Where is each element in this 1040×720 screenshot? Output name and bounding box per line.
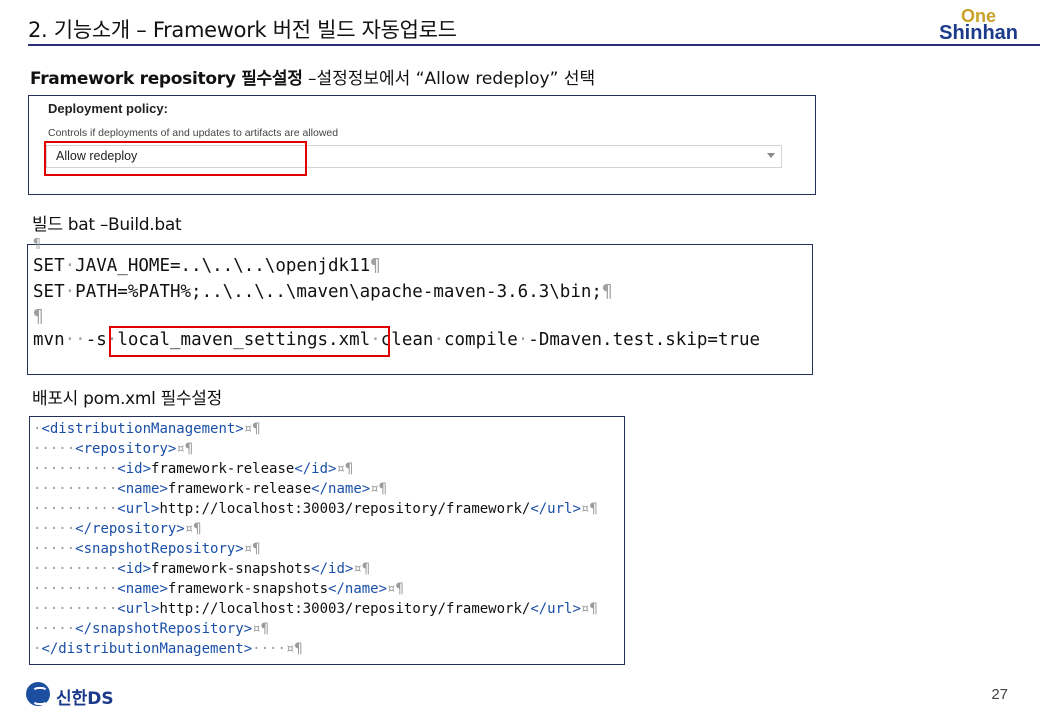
page-title: 2. 기능소개 – Framework 버전 빌드 자동업로드	[28, 18, 457, 42]
footer-brand-name: 신한DS	[56, 689, 114, 709]
deployment-policy-panel: Deployment policy: Controls if deploymen…	[28, 95, 816, 195]
pom-xml-code-panel: ·<distributionManagement>¤¶ ·····<reposi…	[29, 416, 625, 665]
code-line: SET·JAVA_HOME=..\..\..\openjdk11¶	[33, 256, 381, 276]
shinhan-mark-icon	[26, 682, 50, 706]
code-line: SET·PATH=%PATH%;..\..\..\maven\apache-ma…	[33, 282, 613, 302]
chevron-down-icon	[767, 153, 775, 158]
xml-line: ··········<url>http://localhost:30003/re…	[33, 501, 598, 517]
shinhan-ds-logo: 신한DS	[26, 682, 166, 710]
xml-line: ·····</snapshotRepository>¤¶	[33, 621, 270, 637]
page-number: 27	[991, 686, 1008, 703]
xml-line: ··········<url>http://localhost:30003/re…	[33, 601, 598, 617]
section3-heading: 배포시 pom.xml 필수설정	[32, 384, 222, 409]
xml-line: ··········<name>framework-snapshots</nam…	[33, 581, 404, 597]
xml-line: ·</distributionManagement>····¤¶	[33, 641, 303, 657]
xml-line: ··········<id>framework-snapshots</id>¤¶	[33, 561, 371, 577]
one-shinhan-logo: One Shinhan	[908, 6, 1018, 46]
code-line: ¶	[33, 237, 41, 252]
highlight-box	[44, 141, 307, 176]
section3-heading-text: 배포시 pom.xml 필수설정	[32, 389, 222, 409]
xml-line: ··········<name>framework-release</name>…	[33, 481, 388, 497]
build-bat-code-panel: ¶ SET·JAVA_HOME=..\..\..\openjdk11¶ SET·…	[27, 237, 813, 375]
section2-heading-text: 빌드 bat –Build.bat	[32, 215, 182, 235]
xml-line: ·····<snapshotRepository>¤¶	[33, 541, 261, 557]
deployment-policy-title: Deployment policy:	[48, 101, 168, 116]
section1-heading: Framework repository 필수설정 –설정정보에서 “Allow…	[30, 64, 595, 89]
title-rule	[28, 44, 1040, 46]
xml-line: ·····</repository>¤¶	[33, 521, 202, 537]
xml-line: ··········<id>framework-release</id>¤¶	[33, 461, 354, 477]
section1-heading-bold: Framework repository 필수설정	[30, 69, 303, 89]
code-line: ¶	[33, 307, 44, 327]
xml-line: ·<distributionManagement>¤¶	[33, 421, 261, 437]
section1-heading-desc: –설정정보에서 “Allow redeploy” 선택	[302, 69, 596, 89]
deployment-policy-help: Controls if deployments of and updates t…	[48, 127, 339, 139]
xml-line: ·····<repository>¤¶	[33, 441, 194, 457]
section2-heading: 빌드 bat –Build.bat	[32, 210, 182, 235]
highlight-box	[109, 326, 390, 357]
logo-shinhan-text: Shinhan	[939, 22, 1018, 44]
